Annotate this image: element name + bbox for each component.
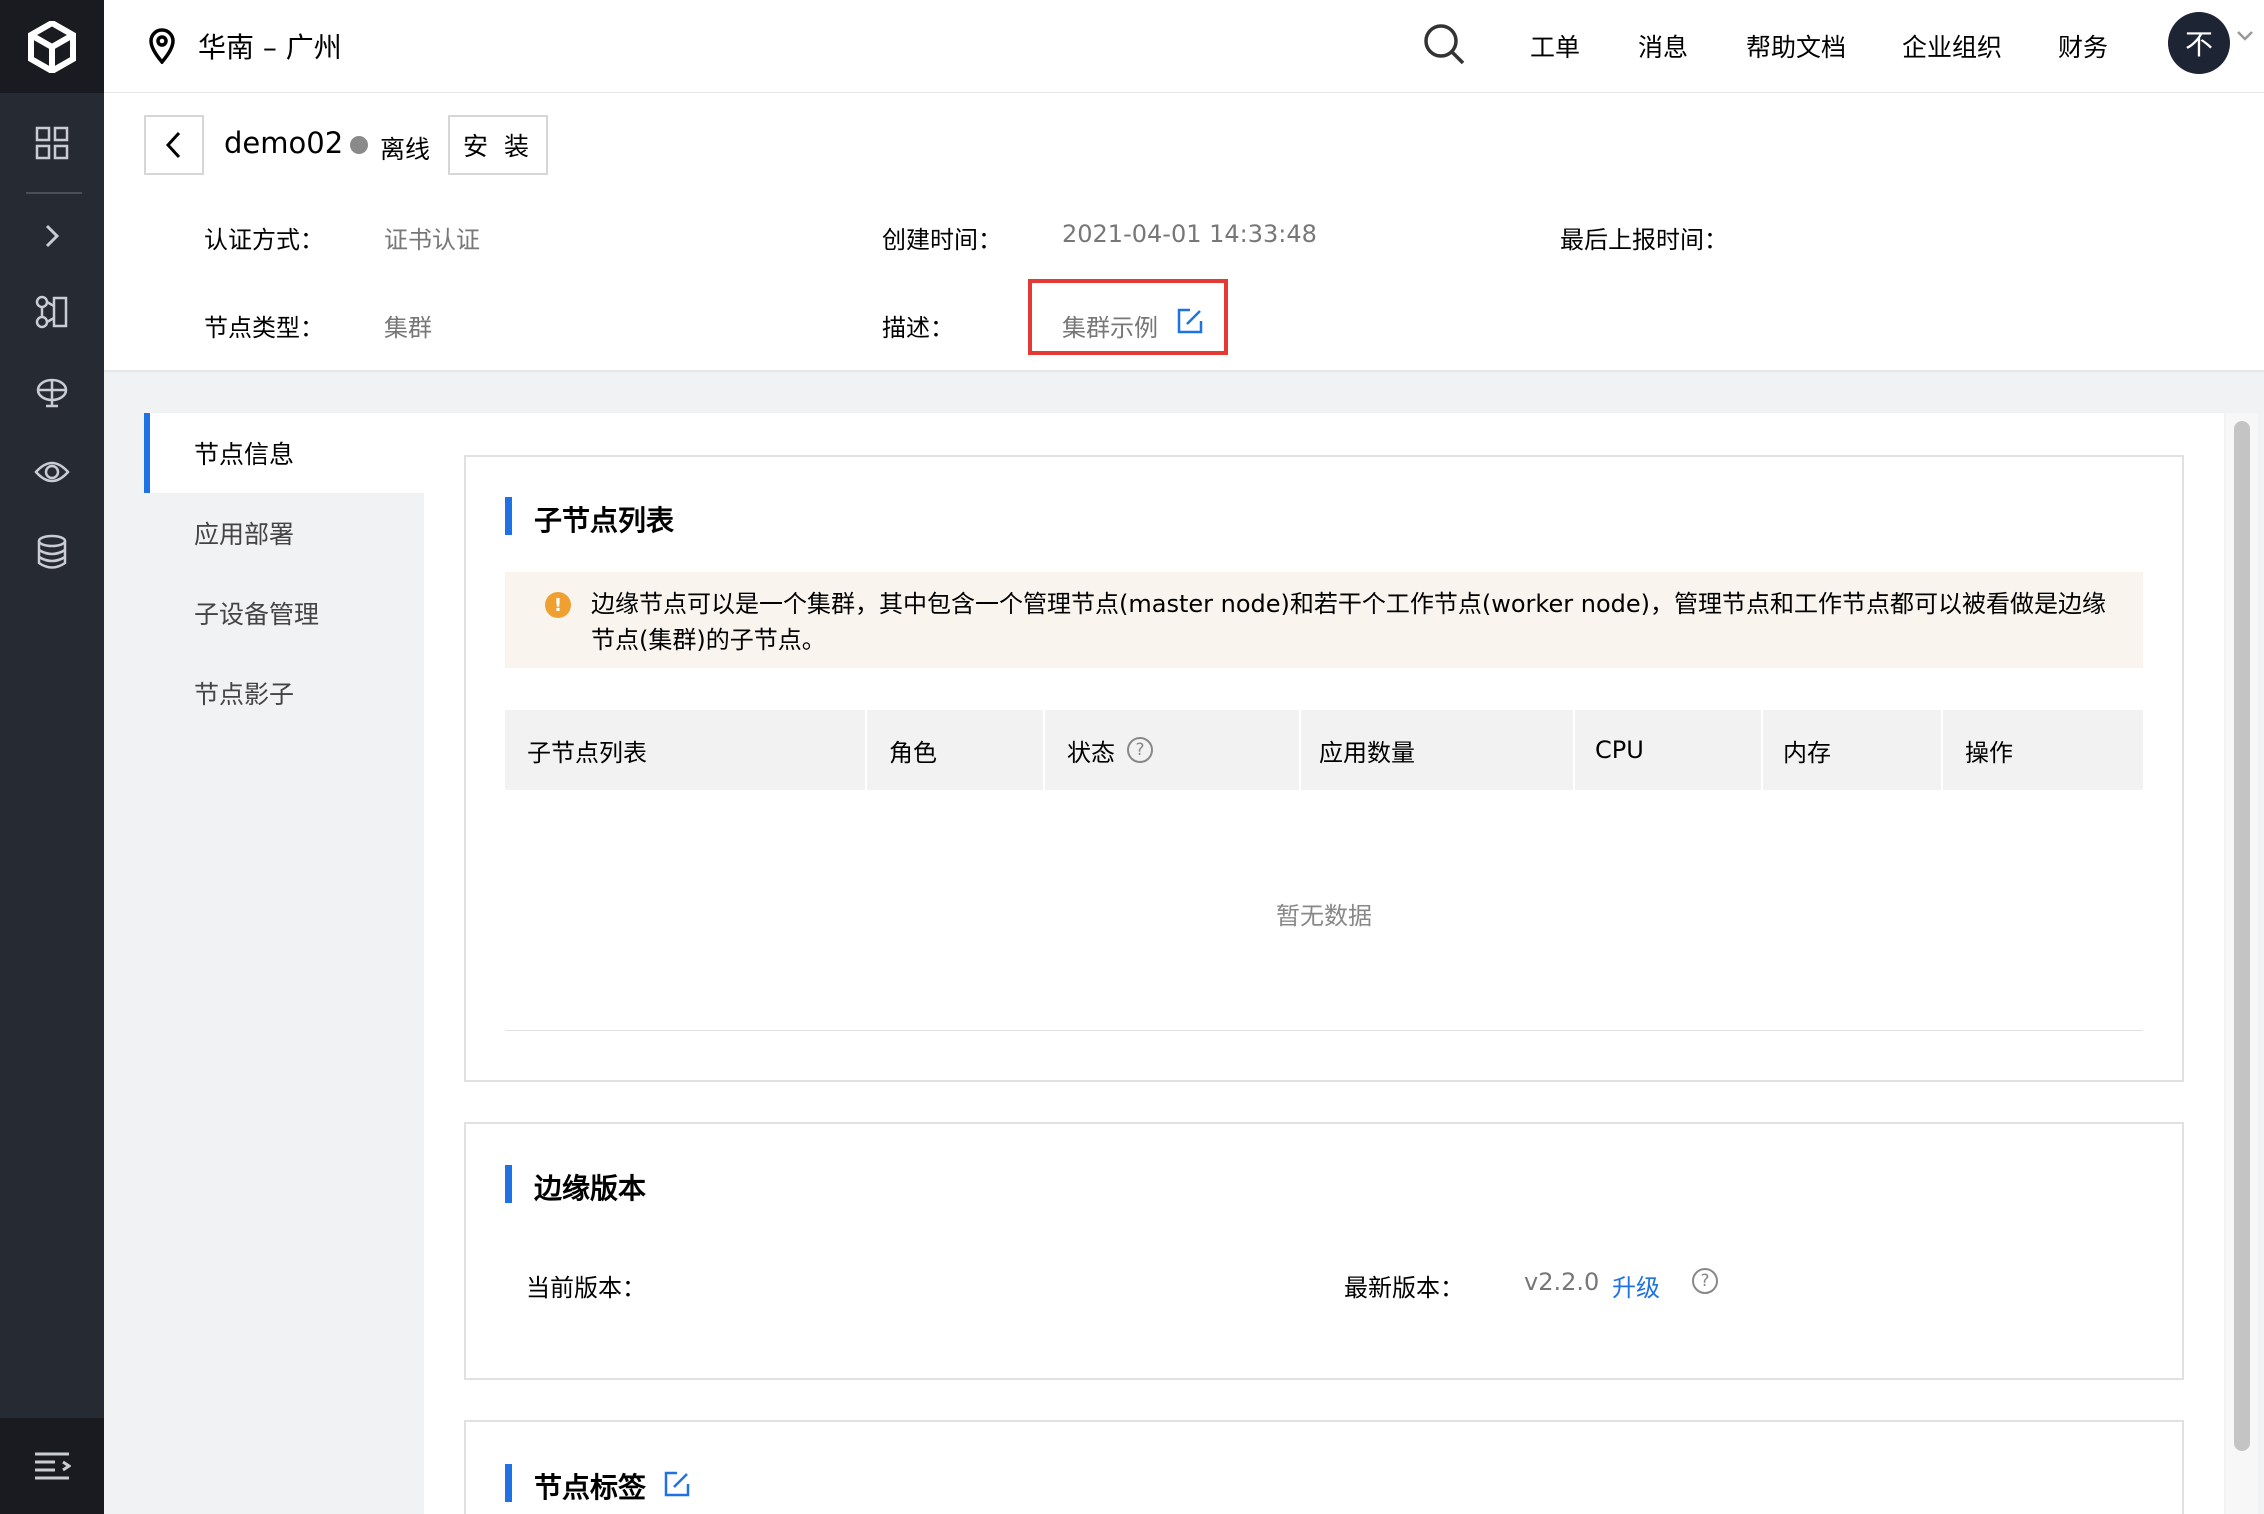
collapse-nav[interactable] (0, 1418, 104, 1514)
table-bottom-border (505, 1030, 2143, 1031)
chevron-right-icon (45, 224, 60, 248)
help-icon[interactable]: ? (1692, 1268, 1718, 1294)
chevron-down-icon[interactable] (2236, 30, 2254, 42)
column-separator (1941, 710, 1943, 790)
region-label: 华南 – 广州 (198, 31, 342, 64)
column-header: 子节点列表 (527, 738, 647, 767)
table-header: 子节点列表 角色 状态 ? 应用数量 CPU 内存 操作 (505, 710, 2143, 790)
globe-icon (36, 378, 68, 408)
finance-link[interactable]: 财务 (2058, 28, 2108, 64)
column-separator (1573, 710, 1575, 790)
scrollbar-thumb[interactable] (2234, 421, 2250, 1451)
chevron-left-icon (165, 131, 181, 159)
column-header: CPU (1595, 736, 1644, 764)
region-selector[interactable]: 华南 – 广州 (148, 22, 342, 70)
node-name: demo02 (224, 126, 344, 160)
search-icon[interactable] (1422, 22, 1466, 66)
warning-icon: ! (545, 592, 571, 618)
description-label: 描述： (882, 314, 954, 342)
install-button[interactable]: 安 装 (448, 115, 548, 175)
column-header-status: 状态 ? (1067, 710, 1153, 790)
help-icon[interactable]: ? (1127, 737, 1153, 763)
column-header: 角色 (889, 738, 937, 767)
messages-link[interactable]: 消息 (1638, 28, 1688, 64)
edge-version-panel (464, 1122, 2184, 1380)
tab-subdevice-mgmt[interactable]: 子设备管理 (144, 573, 424, 653)
title-accent (505, 1464, 512, 1502)
column-separator (1043, 710, 1045, 790)
cluster-icon (35, 295, 68, 329)
status-badge: 离线 (380, 135, 431, 164)
menu-collapse-icon (35, 1452, 71, 1480)
edge-version-title: 边缘版本 (534, 1172, 647, 1205)
column-header: 操作 (1965, 738, 2013, 767)
title-accent (505, 497, 512, 535)
node-type-label: 节点类型： (204, 314, 324, 342)
cube-logo-icon (28, 20, 76, 73)
ticket-link[interactable]: 工单 (1530, 28, 1580, 64)
info-notice: ! 边缘节点可以是一个集群，其中包含一个管理节点(master node)和若干… (505, 572, 2143, 668)
latest-version-value: v2.2.0 (1524, 1268, 1600, 1296)
auth-value: 证书认证 (384, 226, 480, 254)
empty-state: 暂无数据 (1276, 902, 1372, 930)
node-tags-panel (464, 1420, 2184, 1514)
side-tabs: 节点信息 应用部署 子设备管理 节点影子 (144, 413, 424, 1514)
column-header: 应用数量 (1319, 738, 1415, 767)
column-separator (865, 710, 867, 790)
help-docs-link[interactable]: 帮助文档 (1746, 28, 1846, 64)
created-value: 2021-04-01 14:33:48 (1062, 220, 1317, 248)
node-tags-title: 节点标签 (534, 1471, 647, 1504)
edit-tags-icon[interactable] (663, 1470, 691, 1498)
dashboard-nav[interactable] (0, 113, 104, 173)
eye-icon (34, 461, 70, 483)
organization-link[interactable]: 企业组织 (1902, 28, 2002, 64)
database-icon (37, 534, 67, 569)
storage-nav[interactable] (0, 522, 104, 582)
status-dot (350, 136, 368, 154)
latest-version-label: 最新版本： (1344, 1274, 1464, 1302)
edit-description-icon[interactable] (1176, 307, 1204, 335)
avatar[interactable]: 不 (2168, 12, 2230, 74)
network-nav[interactable] (0, 362, 104, 422)
auth-label: 认证方式： (204, 226, 324, 254)
nav-divider (26, 192, 82, 194)
last-report-label: 最后上报时间： (1560, 226, 1728, 254)
column-header: 内存 (1783, 738, 1831, 767)
column-separator (1299, 710, 1301, 790)
logo[interactable] (0, 0, 104, 93)
expand-nav[interactable] (0, 206, 104, 266)
upgrade-link[interactable]: 升级 (1612, 1268, 1660, 1303)
tab-node-shadow[interactable]: 节点影子 (144, 653, 424, 733)
column-header-label: 状态 (1067, 738, 1115, 767)
node-type-value: 集群 (384, 314, 432, 342)
column-separator (1761, 710, 1763, 790)
grid-icon (35, 126, 69, 160)
left-nav (0, 0, 104, 1514)
nodes-nav[interactable] (0, 282, 104, 342)
monitor-nav[interactable] (0, 442, 104, 502)
created-label: 创建时间： (882, 226, 1002, 254)
back-button[interactable] (144, 115, 204, 175)
top-bar: 华南 – 广州 工单 消息 帮助文档 企业组织 财务 不 (104, 0, 2264, 93)
tab-node-info[interactable]: 节点信息 (144, 413, 424, 493)
description-value: 集群示例 (1062, 314, 1158, 342)
location-pin-icon (149, 28, 175, 64)
notice-text: 边缘节点可以是一个集群，其中包含一个管理节点(master node)和若干个工… (591, 590, 2106, 654)
current-version-label: 当前版本： (526, 1274, 646, 1302)
title-accent (505, 1165, 512, 1203)
subnode-title: 子节点列表 (534, 504, 675, 537)
tab-app-deploy[interactable]: 应用部署 (144, 493, 424, 573)
